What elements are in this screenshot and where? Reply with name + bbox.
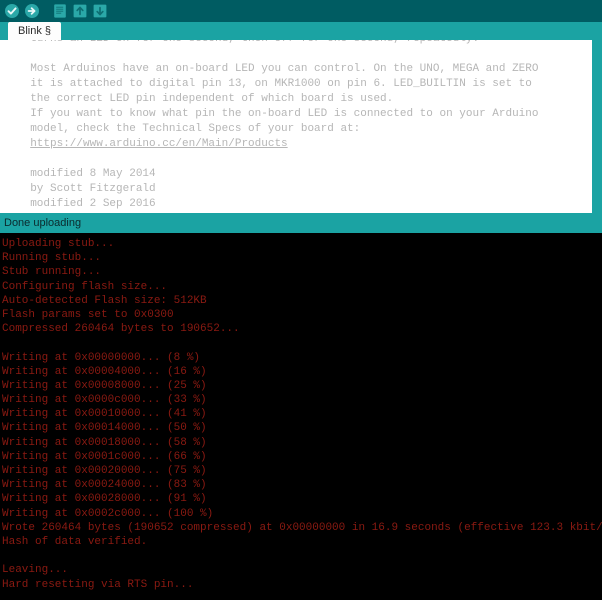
console-line: Writing at 0x0002c000... (100 %)	[2, 507, 214, 520]
console-line: Writing at 0x00000000... (8 %)	[2, 351, 201, 364]
console-line: Writing at 0x00028000... (91 %)	[2, 493, 207, 506]
upload-button[interactable]	[23, 2, 41, 20]
console-line: Writing at 0x00014000... (50 %)	[2, 422, 207, 435]
code-line: turns an LED on for one second, then off…	[17, 40, 592, 47]
new-button[interactable]	[51, 2, 69, 20]
editor-region: turns an LED on for one second, then off…	[0, 40, 602, 213]
console-line: Uploading stub...	[2, 238, 115, 250]
console-line: Writing at 0x00020000... (75 %)	[2, 465, 207, 477]
console-line: Writing at 0x00004000... (16 %)	[2, 365, 207, 378]
tab-blink[interactable]: Blink §	[8, 22, 62, 40]
editor-right-gutter	[592, 40, 602, 213]
console-output: Uploading stub... Running stub... Stub run…	[0, 237, 602, 592]
open-file-arrow-up-icon	[73, 4, 87, 18]
code-line: modified 2 Sep 2016	[17, 198, 156, 210]
code-line: modified 8 May 2014	[17, 168, 156, 180]
console-line: Writing at 0x00008000... (25 %)	[2, 379, 207, 392]
code-line-link[interactable]: https://www.arduino.cc/en/Main/Products	[17, 137, 592, 152]
new-file-icon	[54, 4, 66, 18]
console-line: Writing at 0x0000c000... (33 %)	[2, 394, 207, 407]
status-message: Done uploading	[4, 217, 82, 229]
console-line: Wrote 260464 bytes (190652 compressed) a…	[2, 521, 602, 534]
status-bar: Done uploading	[0, 213, 602, 233]
toolbar	[0, 0, 602, 22]
save-button[interactable]	[91, 2, 109, 20]
save-file-arrow-down-icon	[93, 4, 107, 18]
code-line: the correct LED pin independent of which…	[17, 93, 394, 105]
console-line: Flash params set to 0x0300	[2, 308, 174, 321]
arduino-ide-window: Blink § turns an LED on for one second, …	[0, 0, 602, 600]
console-line: Writing at 0x0001c000... (66 %)	[2, 450, 207, 463]
console-line: Leaving...	[2, 564, 69, 577]
console-line: Running stub...	[2, 252, 102, 265]
code-line: by Scott Fitzgerald	[17, 183, 156, 195]
tab-strip: Blink §	[0, 22, 602, 40]
code-line: it is attached to digital pin 13, on MKR…	[17, 78, 532, 90]
code-line: If you want to know what pin the on-boar…	[17, 108, 539, 120]
console-line: Writing at 0x00024000... (83 %)	[2, 479, 207, 492]
console-line: Compressed 260464 bytes to 190652...	[2, 323, 240, 336]
verify-button[interactable]	[3, 2, 21, 20]
console-line: Writing at 0x00010000... (41 %)	[2, 408, 207, 421]
console-line: Hard resetting via RTS pin...	[2, 578, 194, 591]
console-region[interactable]: Uploading stub... Running stub... Stub run…	[0, 233, 602, 600]
console-line: Hash of data verified.	[2, 535, 148, 548]
check-circle-icon	[5, 4, 19, 18]
console-line: Stub running...	[2, 266, 102, 279]
code-text: turns an LED on for one second, then off…	[0, 40, 592, 212]
console-line: Writing at 0x00018000... (58 %)	[2, 436, 207, 449]
arduino-products-link[interactable]: https://www.arduino.cc/en/Main/Products	[30, 138, 287, 150]
console-line: Configuring flash size...	[2, 280, 168, 293]
code-line: model, check the Technical Specs of your…	[17, 123, 361, 135]
console-line: Auto-detected Flash size: 512KB	[2, 294, 207, 307]
arrow-right-circle-icon	[25, 4, 39, 18]
code-line: Most Arduinos have an on-board LED you c…	[17, 63, 539, 75]
open-button[interactable]	[71, 2, 89, 20]
code-editor[interactable]: turns an LED on for one second, then off…	[0, 40, 592, 213]
